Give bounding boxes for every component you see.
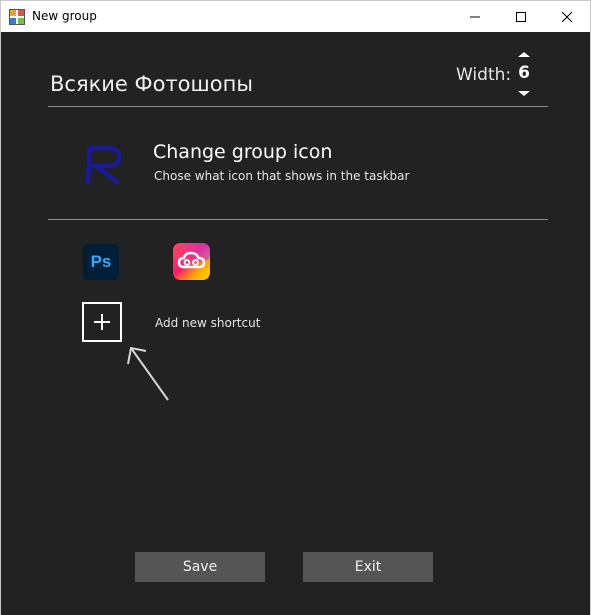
window-title: New group xyxy=(32,9,97,23)
exit-button[interactable]: Exit xyxy=(303,552,433,582)
app-icon xyxy=(9,9,25,25)
plus-icon xyxy=(94,314,110,330)
add-shortcut-label: Add new shortcut xyxy=(155,316,261,330)
maximize-icon xyxy=(516,11,526,22)
title-bar[interactable]: New group xyxy=(1,1,590,32)
creative-cloud-shortcut[interactable] xyxy=(173,243,210,280)
width-spinner[interactable]: 6 xyxy=(513,50,535,98)
change-group-icon-subtitle: Chose what icon that shows in the taskba… xyxy=(154,169,410,183)
width-value: 6 xyxy=(518,63,530,83)
divider-bottom xyxy=(48,219,548,220)
group-icon-preview[interactable] xyxy=(81,144,125,186)
group-name-field[interactable]: Всякие Фотошопы xyxy=(50,72,253,96)
photoshop-icon: Ps xyxy=(90,252,112,271)
maximize-button[interactable] xyxy=(498,1,544,32)
add-shortcut-button[interactable] xyxy=(82,302,122,342)
change-group-icon-title[interactable]: Change group icon xyxy=(153,141,332,163)
minimize-button[interactable] xyxy=(452,1,498,32)
divider-top xyxy=(48,106,548,107)
spin-down-icon[interactable] xyxy=(517,88,531,98)
width-label: Width: xyxy=(456,65,512,85)
close-icon xyxy=(562,11,572,22)
new-group-window: New group Всякие Фотошопы Width: 6 Chang… xyxy=(0,0,591,615)
minimize-icon xyxy=(470,16,480,17)
pointer-arrow-icon xyxy=(127,346,169,401)
close-button[interactable] xyxy=(544,1,590,32)
r-letter-icon xyxy=(85,145,122,185)
spin-up-icon[interactable] xyxy=(517,50,531,60)
save-button[interactable]: Save xyxy=(135,552,265,582)
client-area: Всякие Фотошопы Width: 6 Change group ic… xyxy=(1,32,590,615)
photoshop-shortcut[interactable]: Ps xyxy=(83,244,119,280)
creative-cloud-icon xyxy=(173,243,210,280)
